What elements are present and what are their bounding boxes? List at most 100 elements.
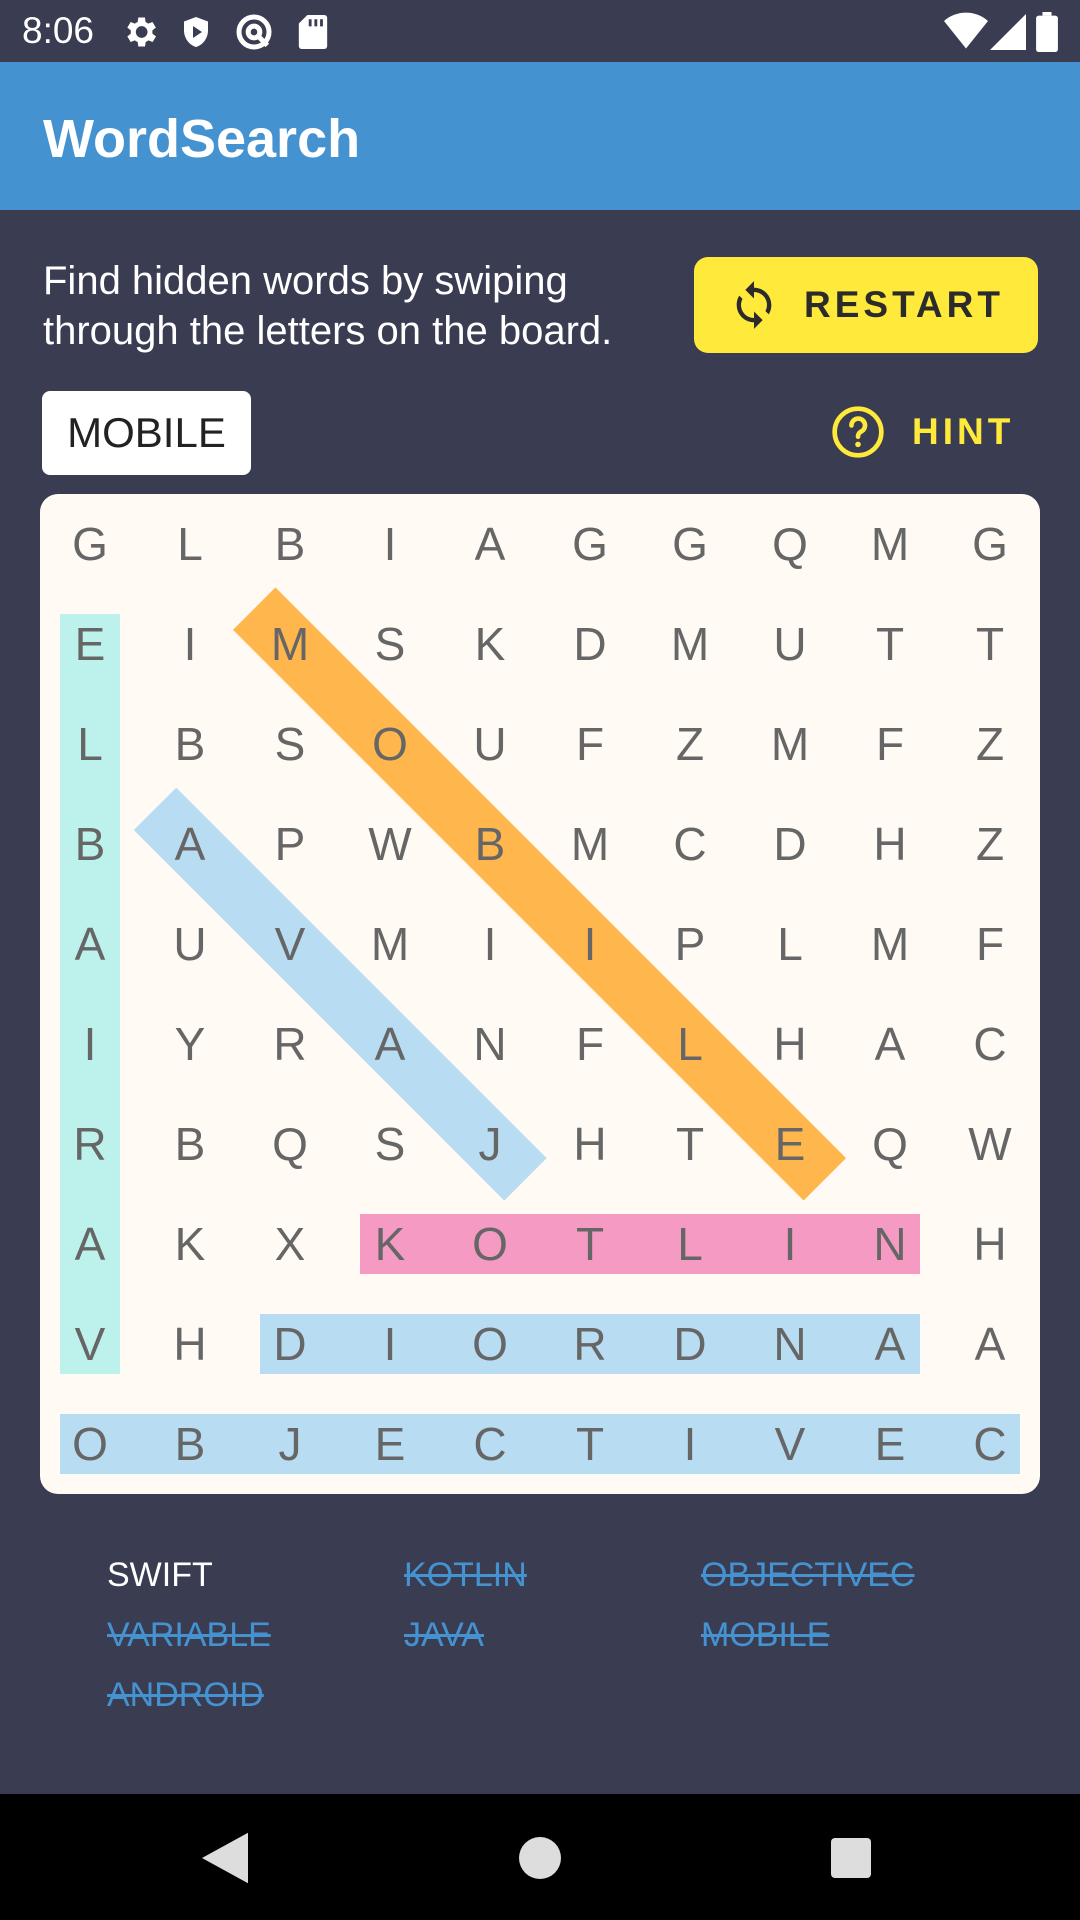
grid-cell[interactable]: A [340,994,440,1094]
grid-cell[interactable]: B [140,1094,240,1194]
home-icon[interactable] [519,1832,561,1884]
grid-cell[interactable]: U [440,694,540,794]
grid-cell[interactable]: I [340,1294,440,1394]
grid-cell[interactable]: Y [140,994,240,1094]
grid-cell[interactable]: Z [940,694,1040,794]
recents-icon[interactable] [831,1832,871,1884]
grid-cell[interactable]: C [940,994,1040,1094]
grid-cell[interactable]: T [640,1094,740,1194]
grid-cell[interactable]: U [140,894,240,994]
grid-cell[interactable]: Q [240,1094,340,1194]
restart-button[interactable]: RESTART [694,257,1038,353]
grid-cell[interactable]: I [640,1394,740,1494]
grid-cell[interactable]: G [40,494,140,594]
grid-cell[interactable]: U [740,594,840,694]
grid-cell[interactable]: E [340,1394,440,1494]
grid-cell[interactable]: X [240,1194,340,1294]
grid-cell[interactable]: G [540,494,640,594]
grid-cell[interactable]: M [240,594,340,694]
grid-cell[interactable]: I [340,494,440,594]
grid-cell[interactable]: N [840,1194,940,1294]
grid-cell[interactable]: B [240,494,340,594]
grid-cell[interactable]: H [840,794,940,894]
grid-cell[interactable]: H [540,1094,640,1194]
grid-cell[interactable]: V [40,1294,140,1394]
grid-cell[interactable]: B [140,1394,240,1494]
grid-cell[interactable]: K [140,1194,240,1294]
grid-cell[interactable]: L [640,1194,740,1294]
grid-cell[interactable]: C [440,1394,540,1494]
grid-cell[interactable]: G [940,494,1040,594]
grid-cell[interactable]: I [540,894,640,994]
grid-cell[interactable]: E [840,1394,940,1494]
grid-cell[interactable]: I [40,994,140,1094]
grid-cell[interactable]: R [240,994,340,1094]
grid-cell[interactable]: O [440,1194,540,1294]
grid-cell[interactable]: O [340,694,440,794]
grid-cell[interactable]: T [940,594,1040,694]
grid-cell[interactable]: L [140,494,240,594]
grid-cell[interactable]: S [240,694,340,794]
grid-cell[interactable]: M [740,694,840,794]
grid-cell[interactable]: B [140,694,240,794]
grid-cell[interactable]: B [440,794,540,894]
grid-cell[interactable]: I [140,594,240,694]
grid-cell[interactable]: H [740,994,840,1094]
grid-cell[interactable]: N [440,994,540,1094]
grid-cell[interactable]: O [40,1394,140,1494]
grid-cell[interactable]: M [640,594,740,694]
grid-cell[interactable]: D [240,1294,340,1394]
grid-cell[interactable]: R [540,1294,640,1394]
grid-cell[interactable]: T [840,594,940,694]
grid-cell[interactable]: F [940,894,1040,994]
grid-cell[interactable]: Z [640,694,740,794]
grid-cell[interactable]: A [840,994,940,1094]
grid-cell[interactable]: I [740,1194,840,1294]
grid-cell[interactable]: M [540,794,640,894]
grid-cell[interactable]: N [740,1294,840,1394]
grid-cell[interactable]: V [740,1394,840,1494]
word-search-board[interactable]: GLBIAGGQMGEIMSKDMUTTLBSOUFZMFZBAPWBMCDHZ… [40,494,1040,1494]
grid-cell[interactable]: Q [740,494,840,594]
back-icon[interactable] [202,1832,248,1884]
grid-cell[interactable]: A [440,494,540,594]
hint-button[interactable]: HINT [830,400,1014,464]
grid-cell[interactable]: F [540,994,640,1094]
grid-cell[interactable]: A [840,1294,940,1394]
grid-cell[interactable]: B [40,794,140,894]
grid-cell[interactable]: D [740,794,840,894]
grid-cell[interactable]: V [240,894,340,994]
grid-cell[interactable]: I [440,894,540,994]
grid-cell[interactable]: L [740,894,840,994]
grid-cell[interactable]: T [540,1394,640,1494]
grid-cell[interactable]: F [840,694,940,794]
grid-cell[interactable]: H [140,1294,240,1394]
grid-cell[interactable]: K [340,1194,440,1294]
grid-cell[interactable]: A [940,1294,1040,1394]
grid-cell[interactable]: Q [840,1094,940,1194]
grid-cell[interactable]: C [640,794,740,894]
grid-cell[interactable]: M [340,894,440,994]
grid-cell[interactable]: O [440,1294,540,1394]
grid-cell[interactable]: L [640,994,740,1094]
grid-cell[interactable]: D [640,1294,740,1394]
grid-cell[interactable]: R [40,1094,140,1194]
grid-cell[interactable]: M [840,494,940,594]
grid-cell[interactable]: K [440,594,540,694]
grid-cell[interactable]: S [340,594,440,694]
grid-cell[interactable]: D [540,594,640,694]
grid-cell[interactable]: P [240,794,340,894]
grid-cell[interactable]: Z [940,794,1040,894]
grid-cell[interactable]: C [940,1394,1040,1494]
grid-cell[interactable]: M [840,894,940,994]
grid-cell[interactable]: J [440,1094,540,1194]
grid-cell[interactable]: E [40,594,140,694]
grid-cell[interactable]: P [640,894,740,994]
grid-cell[interactable]: J [240,1394,340,1494]
grid-cell[interactable]: F [540,694,640,794]
grid-cell[interactable]: E [740,1094,840,1194]
grid-cell[interactable]: L [40,694,140,794]
grid-cell[interactable]: W [940,1094,1040,1194]
grid-cell[interactable]: G [640,494,740,594]
grid-cell[interactable]: A [40,1194,140,1294]
